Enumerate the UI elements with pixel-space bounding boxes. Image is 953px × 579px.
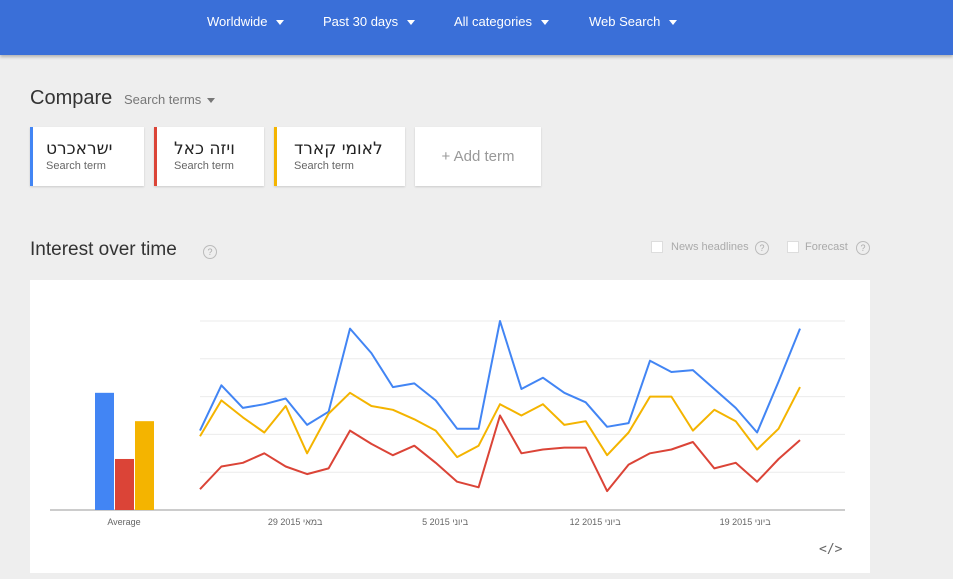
term-color-strip xyxy=(154,127,157,186)
top-filter-bar: Worldwide Past 30 days All categories We… xyxy=(0,0,953,55)
chart-panel: Average 29 במאי 2015 5 ביוני 2015 12 ביוני … xyxy=(30,280,870,573)
compare-title: Compare xyxy=(30,87,113,109)
x-tick-label: 5 ביוני 2015 xyxy=(422,517,469,527)
forecast-checkbox[interactable] xyxy=(787,241,799,253)
help-icon[interactable]: ? xyxy=(203,245,217,259)
caret-down-icon xyxy=(541,19,550,25)
interest-chart[interactable]: Average 29 במאי 2015 5 ביוני 2015 12 ביוני … xyxy=(30,280,870,573)
forecast-label: Forecast xyxy=(805,241,848,253)
x-tick-label: 12 ביוני 2015 xyxy=(570,517,622,527)
average-bar-3 xyxy=(135,421,154,510)
region-filter-label: Worldwide xyxy=(207,14,268,29)
help-icon[interactable]: ? xyxy=(856,241,870,255)
category-filter[interactable]: All categories xyxy=(454,14,550,29)
embed-code-icon[interactable]: </> xyxy=(819,542,842,557)
caret-down-icon xyxy=(276,19,285,25)
caret-down-icon xyxy=(669,19,678,25)
search-terms-dropdown[interactable]: Search terms xyxy=(124,92,216,107)
average-bar-1 xyxy=(95,392,114,510)
help-icon[interactable]: ? xyxy=(755,241,769,255)
region-filter[interactable]: Worldwide xyxy=(207,14,285,29)
news-headlines-label: News headlines xyxy=(671,241,749,253)
term-card-3[interactable]: לאומי קארד Search term xyxy=(274,127,405,186)
x-tick-label: 29 במאי 2015 xyxy=(268,517,323,527)
interest-over-time-title: Interest over time xyxy=(30,239,177,260)
term-label: ויזה כאל xyxy=(174,139,235,159)
term-card-1[interactable]: ישראכרט Search term xyxy=(30,127,144,186)
average-bar-2 xyxy=(115,458,134,510)
term-type-label: Search term xyxy=(294,160,354,172)
time-filter[interactable]: Past 30 days xyxy=(323,14,416,29)
average-label: Average xyxy=(107,517,140,527)
term-label: לאומי קארד xyxy=(294,139,383,159)
term-type-label: Search term xyxy=(46,160,106,172)
term-color-strip xyxy=(30,127,33,186)
x-tick-label: 19 ביוני 2015 xyxy=(720,517,772,527)
term-card-2[interactable]: ויזה כאל Search term xyxy=(154,127,264,186)
search-type-filter-label: Web Search xyxy=(589,14,661,29)
series-line-2 xyxy=(199,414,801,493)
time-filter-label: Past 30 days xyxy=(323,14,399,29)
term-label: ישראכרט xyxy=(46,139,113,159)
term-color-strip xyxy=(274,127,277,186)
caret-down-icon xyxy=(407,19,416,25)
search-terms-dropdown-label: Search terms xyxy=(124,92,202,107)
category-filter-label: All categories xyxy=(454,14,533,29)
news-headlines-checkbox[interactable] xyxy=(651,241,663,253)
add-term-button[interactable]: + Add term xyxy=(415,127,541,186)
caret-down-icon xyxy=(207,97,216,103)
search-type-filter[interactable]: Web Search xyxy=(589,14,678,29)
series-line-3 xyxy=(199,386,801,459)
term-type-label: Search term xyxy=(174,160,234,172)
